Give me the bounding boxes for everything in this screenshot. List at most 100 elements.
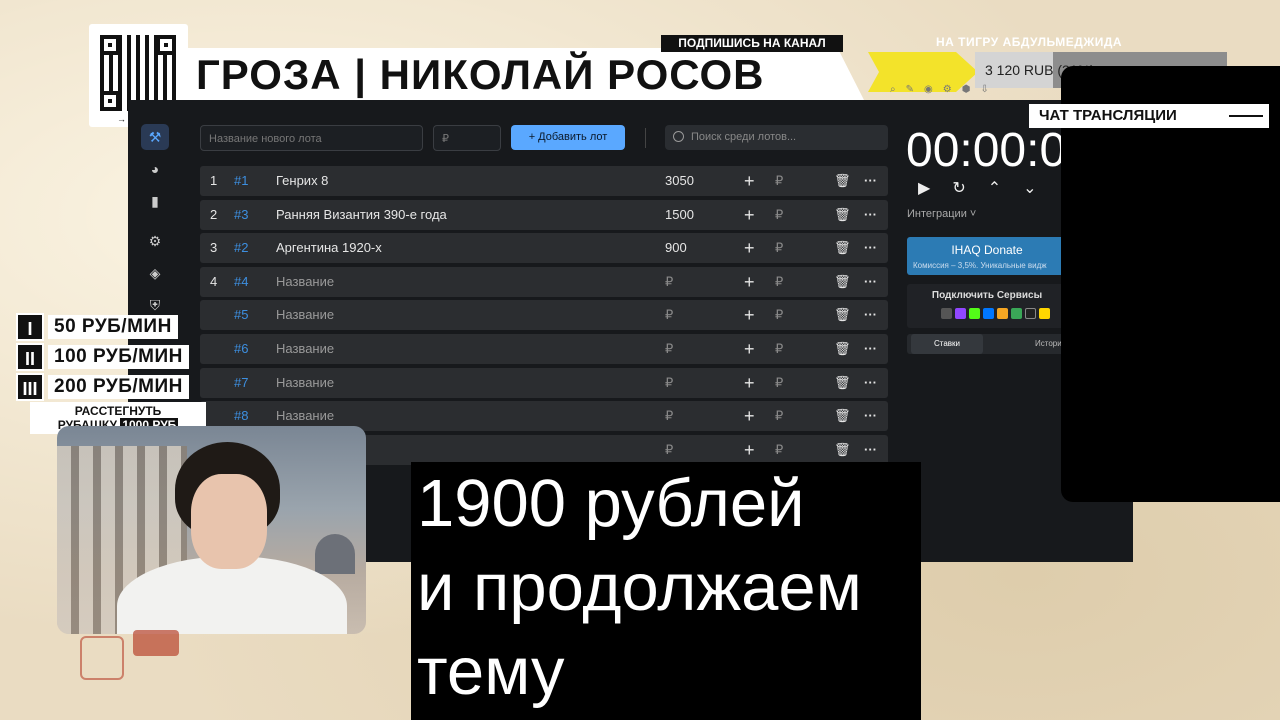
infinity-icon[interactable] (1011, 308, 1022, 319)
chevron-up-icon[interactable]: ⌃ (988, 178, 1001, 198)
lot-amount[interactable]: 3050 (665, 166, 694, 196)
lot-name[interactable]: Генрих 8 (276, 166, 328, 196)
more-options-icon[interactable]: ··· (864, 200, 877, 230)
lot-name[interactable]: Ранняя Византия 390-е года (276, 200, 447, 230)
lot-name[interactable]: Аргентина 1920-х (276, 233, 382, 263)
bids-tabs: Ставки Истори (907, 334, 1067, 354)
more-options-icon[interactable]: ··· (864, 334, 877, 364)
integrations-dropdown[interactable]: Интеграции ˅ (907, 208, 976, 220)
yandex-icon[interactable] (1039, 308, 1050, 319)
lot-name[interactable]: Название (276, 267, 334, 297)
trash-icon[interactable]: 🗑 (834, 401, 851, 431)
ruble-icon[interactable]: ₽ (775, 300, 783, 330)
trash-icon[interactable]: 🗑 (834, 166, 851, 196)
edit-icon[interactable]: ✎ (906, 84, 914, 98)
ruble-icon[interactable]: ₽ (775, 435, 783, 465)
lot-id: #5 (234, 307, 249, 323)
x-icon[interactable] (1025, 308, 1036, 319)
tab-history[interactable]: Истори (1035, 334, 1062, 354)
settings-icon[interactable]: ⚙ (943, 84, 952, 98)
twitch-icon[interactable] (955, 308, 966, 319)
trash-icon[interactable]: 🗑 (834, 368, 851, 398)
lot-amount[interactable]: 900 (665, 233, 687, 263)
auction-hammer-icon[interactable]: ⚒ (141, 124, 169, 150)
lot-name[interactable]: Название (276, 300, 334, 330)
ruble-icon[interactable]: ₽ (775, 368, 783, 398)
layers-icon[interactable]: ◈ (141, 260, 169, 286)
lot-amount[interactable]: ₽ (665, 435, 673, 465)
tab-bids[interactable]: Ставки (911, 334, 983, 354)
trash-icon[interactable]: 🗑 (834, 334, 851, 364)
lot-name[interactable]: Название (276, 334, 334, 364)
donationalerts-icon[interactable] (941, 308, 952, 319)
ruble-icon[interactable]: ₽ (775, 200, 783, 230)
add-amount-icon[interactable]: + (744, 368, 755, 398)
lot-amount[interactable]: 1500 (665, 200, 694, 230)
ruble-icon[interactable]: ₽ (775, 401, 783, 431)
add-amount-icon[interactable]: + (744, 401, 755, 431)
more-options-icon[interactable]: ··· (864, 368, 877, 398)
lot-row[interactable]: #7 Название ₽ + ₽ 🗑 ··· (200, 367, 888, 398)
kick-icon[interactable] (969, 308, 980, 319)
lot-amount[interactable]: ₽ (665, 401, 673, 431)
new-lot-price-input[interactable]: ₽ (433, 125, 501, 151)
trash-icon[interactable]: 🗑 (834, 233, 851, 263)
ruble-icon[interactable]: ₽ (775, 334, 783, 364)
lot-row[interactable]: #6 Название ₽ + ₽ 🗑 ··· (200, 333, 888, 364)
lot-amount[interactable]: ₽ (665, 368, 673, 398)
add-amount-icon[interactable]: + (744, 233, 755, 263)
ruble-icon[interactable]: ₽ (775, 233, 783, 263)
trash-icon[interactable]: 🗑 (834, 300, 851, 330)
ihaq-subtitle: Комиссия – 3,5%. Уникальные видж (913, 261, 1047, 270)
ruble-icon[interactable]: ₽ (775, 267, 783, 297)
ruble-icon[interactable]: ₽ (775, 166, 783, 196)
add-amount-icon[interactable]: + (744, 300, 755, 330)
extension-icon[interactable]: ⬢ (962, 84, 971, 98)
add-amount-icon[interactable]: + (744, 200, 755, 230)
lot-amount[interactable]: ₽ (665, 334, 673, 364)
more-options-icon[interactable]: ··· (864, 401, 877, 431)
lot-search-input[interactable]: Поиск среди лотов... (665, 125, 888, 150)
trash-icon[interactable]: 🗑 (834, 200, 851, 230)
add-amount-icon[interactable]: + (744, 166, 755, 196)
new-lot-name-input[interactable]: Название нового лота (200, 125, 423, 151)
more-options-icon[interactable]: ··· (864, 267, 877, 297)
download-icon[interactable]: ⇩ (980, 84, 988, 98)
services-title: Подключить Сервисы (931, 290, 1043, 301)
add-amount-icon[interactable]: + (744, 267, 755, 297)
add-lot-button[interactable]: + Добавить лот (511, 125, 625, 150)
more-options-icon[interactable]: ··· (864, 435, 877, 465)
price-placeholder: ₽ (442, 133, 449, 145)
more-options-icon[interactable]: ··· (864, 300, 877, 330)
lot-amount[interactable]: ₽ (665, 267, 673, 297)
lot-row[interactable]: 2 #3 Ранняя Византия 390-е года 1500 + ₽ 🗑 ··· (200, 199, 888, 230)
camera-icon[interactable]: ◉ (924, 84, 933, 98)
wheel-icon[interactable]: ◕ (141, 156, 169, 182)
more-options-icon[interactable]: ··· (864, 166, 877, 196)
search-placeholder: Поиск среди лотов... (691, 131, 797, 143)
add-lot-label: Добавить лот (538, 131, 608, 143)
gear-icon[interactable]: ⚙ (141, 228, 169, 254)
add-amount-icon[interactable]: + (744, 334, 755, 364)
lot-row[interactable]: 1 #1 Генрих 8 3050 + ₽ 🗑 ··· (200, 166, 888, 196)
lot-row[interactable]: 4 #4 Название ₽ + ₽ 🗑 ··· (200, 266, 888, 297)
lot-amount[interactable]: ₽ (665, 300, 673, 330)
lot-row[interactable]: #5 Название ₽ + ₽ 🗑 ··· (200, 300, 888, 331)
ihaq-donate-card[interactable]: IHAQ Donate Комиссия – 3,5%. Уникальные … (907, 237, 1067, 275)
play-icon[interactable]: ▶ (918, 178, 930, 198)
lot-name[interactable]: Название (276, 368, 334, 398)
reset-icon[interactable]: ↻ (952, 178, 965, 198)
search-icon[interactable]: ⌕ (890, 84, 896, 98)
lot-id: #1 (234, 173, 249, 188)
more-options-icon[interactable]: ··· (864, 233, 877, 263)
chevron-down-icon[interactable]: ⌄ (1023, 178, 1036, 198)
stats-icon[interactable]: ▮ (141, 188, 169, 214)
lot-index: 3 (210, 240, 218, 256)
lot-row[interactable]: 3 #2 Аргентина 1920-х 900 + ₽ 🗑 ··· (200, 233, 888, 264)
add-amount-icon[interactable]: + (744, 435, 755, 465)
vk-icon[interactable] (983, 308, 994, 319)
trash-icon[interactable]: 🗑 (834, 435, 851, 465)
qr-corner-icon (100, 91, 120, 111)
trash-icon[interactable]: 🗑 (834, 267, 851, 297)
donatepay-icon[interactable] (997, 308, 1008, 319)
